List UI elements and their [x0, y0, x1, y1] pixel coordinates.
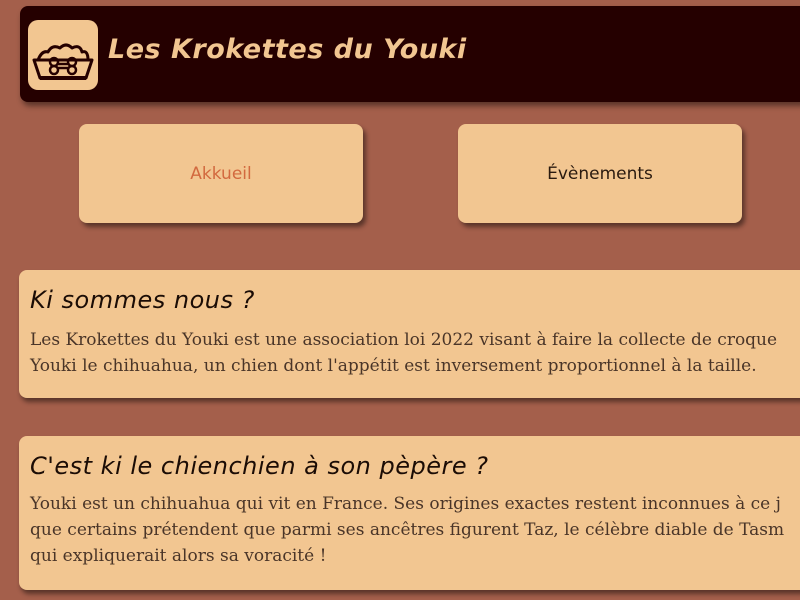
nav-item-home[interactable]: Akkueil: [79, 124, 363, 223]
section-text: Youki est un chihuahua qui vit en France…: [30, 491, 800, 569]
dog-bowl-bone-icon: [32, 43, 94, 80]
text-line: Youki le chihuahua, un chien dont l'appé…: [30, 356, 757, 376]
logo[interactable]: [28, 20, 98, 90]
text-line: Les Krokettes du Youki est une associati…: [30, 330, 778, 350]
section-about: Ki sommes nous ? Les Krokettes du Youki …: [19, 270, 800, 398]
site-header: Les Krokettes du Youki: [20, 6, 800, 102]
text-line: Youki est un chihuahua qui vit en France…: [30, 494, 781, 514]
section-title: Ki sommes nous ?: [30, 286, 255, 314]
text-line: qui expliquerait alors sa voracité !: [30, 546, 327, 566]
nav-item-events[interactable]: Évènements: [458, 124, 742, 223]
section-title: C'est ki le chienchien à son pèpère ?: [30, 452, 489, 480]
site-title: Les Krokettes du Youki: [108, 34, 467, 65]
section-dog: C'est ki le chienchien à son pèpère ? Yo…: [19, 436, 800, 590]
text-line: que certains prétendent que parmi ses an…: [30, 520, 785, 540]
section-text: Les Krokettes du Youki est une associati…: [30, 327, 800, 379]
